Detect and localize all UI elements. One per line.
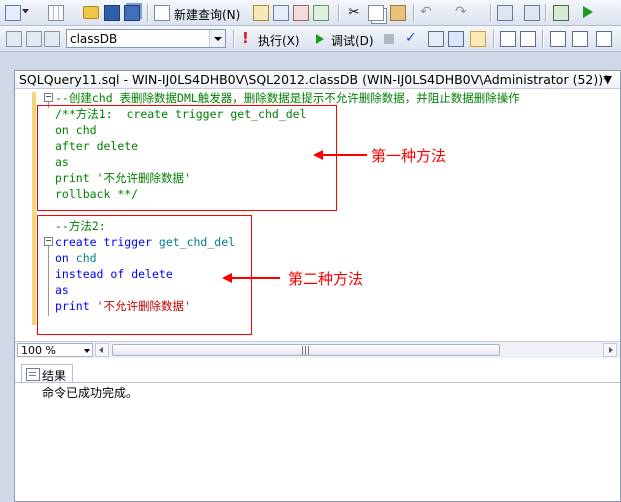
cut-icon[interactable]: ✂ (346, 5, 362, 21)
grip-icon: ||| (301, 346, 311, 356)
method1-annotation: 第一种方法 (371, 147, 447, 165)
scroll-left-button[interactable] (95, 343, 109, 357)
results-divider (15, 382, 620, 383)
method1-highlight-box (37, 105, 337, 211)
undo-icon[interactable]: ↶ (420, 4, 436, 20)
dmx-query-icon[interactable] (293, 5, 309, 21)
debug-button[interactable]: 调试(D) (331, 32, 374, 49)
query-tab-title: SQLQuery11.sql - WIN-IJ0LS4DHB0V\SQL2012… (19, 72, 610, 87)
results-pane: 结果 命令已成功完成。 (15, 358, 620, 501)
standard-toolbar: 新建查询(N) ✂ ↶ ↷ (0, 0, 621, 26)
change-connection-icon[interactable] (44, 31, 60, 47)
document-tab-band (0, 52, 621, 70)
available-databases-select[interactable]: classDB (66, 29, 226, 48)
dropdown-arrow-icon[interactable] (22, 9, 29, 16)
method1-arrow-line (321, 154, 367, 156)
execute-icon: ! (242, 29, 249, 47)
chevron-down-icon[interactable] (84, 349, 90, 353)
analysis-query-icon[interactable] (273, 5, 289, 21)
new-query-icon[interactable] (154, 5, 170, 21)
start-debugging-icon[interactable] (583, 6, 593, 18)
open-folder-icon[interactable] (83, 6, 99, 19)
code-line-1: --创建chd 表删除数据DML触发器，删除数据是提示不允许删除数据，并阻止数据… (55, 91, 520, 105)
collapse-region-icon[interactable]: − (44, 93, 53, 102)
redo-icon[interactable]: ↷ (455, 4, 471, 20)
method2-highlight-box (37, 215, 252, 335)
scrollbar-thumb[interactable]: ||| (112, 344, 500, 356)
change-tracking-bar (32, 92, 36, 222)
results-tab[interactable]: 结果 (21, 364, 73, 383)
connect-icon[interactable] (6, 31, 22, 47)
new-query-button[interactable]: 新建查询(N) (174, 6, 240, 23)
chevron-down-icon[interactable] (209, 30, 225, 47)
zoom-select[interactable]: 100 % (17, 343, 93, 357)
save-all-icon[interactable] (124, 5, 140, 21)
uncomment-lines-icon[interactable] (572, 31, 588, 47)
sql-code-editor[interactable]: − − --创建chd 表删除数据DML触发器，删除数据是提示不允许删除数据，并… (15, 89, 620, 341)
method2-annotation: 第二种方法 (288, 270, 364, 288)
disconnect-icon[interactable] (26, 31, 42, 47)
decrease-indent-icon[interactable] (596, 31, 612, 47)
copy-icon[interactable] (368, 5, 384, 21)
comment-lines-icon[interactable] (550, 31, 566, 47)
zoom-value: 100 % (21, 344, 56, 357)
save-icon[interactable] (104, 5, 120, 21)
window-position-icon[interactable]: ▼ (604, 73, 612, 86)
query-editor-window: SQLQuery11.sql - WIN-IJ0LS4DHB0V\SQL2012… (14, 70, 621, 502)
navigate-back-icon[interactable] (497, 5, 513, 21)
method2-arrow-line (230, 277, 280, 279)
xmla-query-icon[interactable] (313, 5, 329, 21)
query-tab[interactable]: SQLQuery11.sql - WIN-IJ0LS4DHB0V\SQL2012… (15, 71, 620, 89)
scroll-right-button[interactable] (603, 343, 617, 357)
paste-icon[interactable] (390, 5, 406, 21)
display-estimated-plan-icon[interactable] (428, 31, 444, 47)
execute-button[interactable]: 执行(X) (258, 32, 300, 49)
grid-icon[interactable] (48, 5, 64, 21)
parse-checkmark-icon[interactable]: ✓ (405, 30, 421, 46)
query-designer-icon[interactable] (448, 31, 464, 47)
change-tracking-bar (32, 222, 36, 325)
cancel-query-icon[interactable] (384, 34, 394, 44)
sql-editor-toolbar: classDB ! 执行(X) 调试(D) ✓ (0, 26, 621, 52)
results-grid-icon (26, 368, 40, 381)
available-databases-value: classDB (70, 32, 118, 46)
results-message: 命令已成功完成。 (42, 386, 139, 400)
activity-monitor-icon[interactable] (553, 5, 569, 21)
navigate-forward-icon[interactable] (524, 5, 540, 21)
editor-horizontal-scrollbar: 100 % ||| (15, 341, 620, 359)
debug-play-icon[interactable] (316, 34, 324, 44)
results-to-text-icon[interactable] (470, 31, 486, 47)
database-engine-query-icon[interactable] (253, 5, 269, 21)
results-to-grid-icon[interactable] (500, 31, 516, 47)
results-to-file-icon[interactable] (520, 31, 536, 47)
new-project-icon[interactable] (5, 5, 21, 21)
